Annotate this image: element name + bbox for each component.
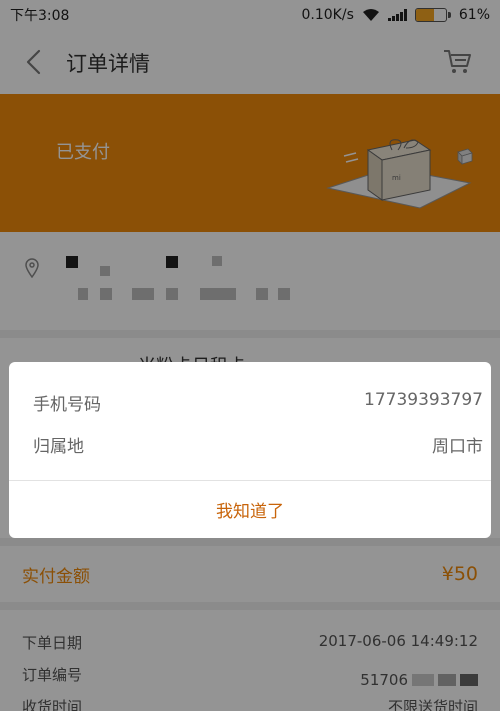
modal-overlay[interactable] xyxy=(0,0,500,711)
phone-value: 17739393797 xyxy=(364,390,483,410)
region-value: 周口市 xyxy=(432,437,483,457)
phone-label: 手机号码 xyxy=(33,395,101,415)
phone-info-dialog: 手机号码 17739393797 归属地 周口市 我知道了 xyxy=(9,362,491,538)
dialog-row-region: 归属地 周口市 xyxy=(33,432,483,457)
confirm-button[interactable]: 我知道了 xyxy=(9,481,491,538)
region-label: 归属地 xyxy=(33,437,84,457)
dialog-row-phone: 手机号码 17739393797 xyxy=(33,390,483,415)
